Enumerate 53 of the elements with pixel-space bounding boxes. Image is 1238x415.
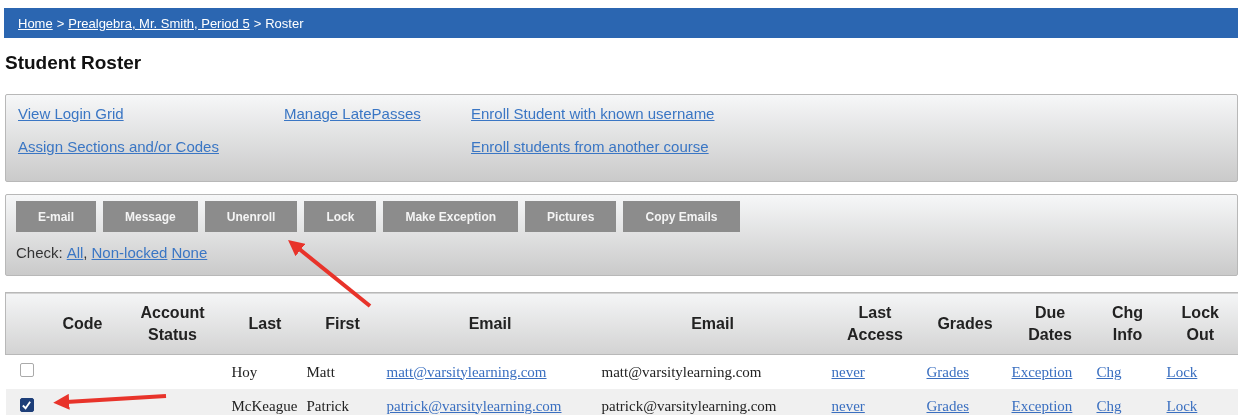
grades-link[interactable]: Grades (926, 363, 969, 380)
page-title: Student Roster (5, 52, 143, 75)
change-info-link[interactable]: Chg (1096, 397, 1122, 414)
lock-link[interactable]: Lock (1166, 363, 1198, 380)
email-link[interactable]: matt@varsitylearning.com (386, 363, 547, 380)
breadcrumb-current: Roster (265, 15, 304, 31)
action-link[interactable]: Enroll students from another course (471, 138, 715, 155)
action-link[interactable]: Assign Sections and/or Codes (18, 138, 284, 155)
grades-link[interactable]: Grades (926, 397, 969, 414)
column-header: Account Status (140, 303, 205, 343)
table-cell: McKeague (231, 397, 298, 414)
action-button[interactable]: Lock (304, 201, 377, 232)
column-header: Due Dates (1028, 303, 1072, 343)
breadcrumb-link[interactable]: Home (18, 15, 53, 31)
row-checkbox[interactable] (19, 363, 34, 377)
action-button[interactable]: Copy Emails (623, 201, 740, 232)
column-header: Last (248, 314, 282, 332)
action-link[interactable]: Manage LatePasses (284, 105, 471, 122)
table-cell: patrick@varsitylearning.com (601, 397, 777, 414)
column-header: Email (468, 314, 512, 332)
check-link[interactable]: None (171, 244, 208, 261)
action-button[interactable]: Unenroll (204, 201, 298, 232)
column-header: First (325, 314, 360, 332)
lock-link[interactable]: Lock (1166, 397, 1198, 414)
exception-link[interactable]: Exception (1011, 363, 1073, 380)
check-separator: , (83, 244, 88, 261)
breadcrumb-separator: > (253, 15, 262, 31)
action-button[interactable]: Message (103, 201, 198, 232)
check-link[interactable]: Non-locked (91, 244, 168, 261)
column-header: Lock Out (1181, 303, 1219, 343)
column-header: Email (691, 314, 734, 332)
row-checkbox[interactable] (19, 398, 34, 412)
column-header: Chg Info (1111, 303, 1144, 343)
table-cell: matt@varsitylearning.com (601, 363, 762, 380)
action-button[interactable]: Pictures (525, 201, 617, 232)
change-info-link[interactable]: Chg (1096, 363, 1122, 380)
last-access-link[interactable]: never (831, 363, 865, 380)
exception-link[interactable]: Exception (1011, 397, 1073, 414)
breadcrumb-link[interactable]: Prealgebra, Mr. Smith, Period 5 (68, 15, 250, 31)
email-link[interactable]: patrick@varsitylearning.com (386, 397, 562, 414)
column-header: Last Access (846, 303, 903, 343)
action-button[interactable]: E-mail (16, 201, 96, 232)
check-label: Check: (16, 244, 63, 261)
breadcrumb-separator: > (56, 15, 65, 31)
last-access-link[interactable]: never (831, 397, 865, 414)
column-header: Code (62, 314, 103, 332)
table-cell: Matt (306, 363, 335, 380)
column-header: Grades (937, 314, 993, 332)
table-cell: Patrick (306, 397, 349, 414)
action-button[interactable]: Make Exception (383, 201, 519, 232)
action-link[interactable]: View Login Grid (18, 105, 284, 122)
table-cell: Hoy (231, 363, 258, 380)
action-link[interactable]: Enroll Student with known username (471, 105, 715, 122)
